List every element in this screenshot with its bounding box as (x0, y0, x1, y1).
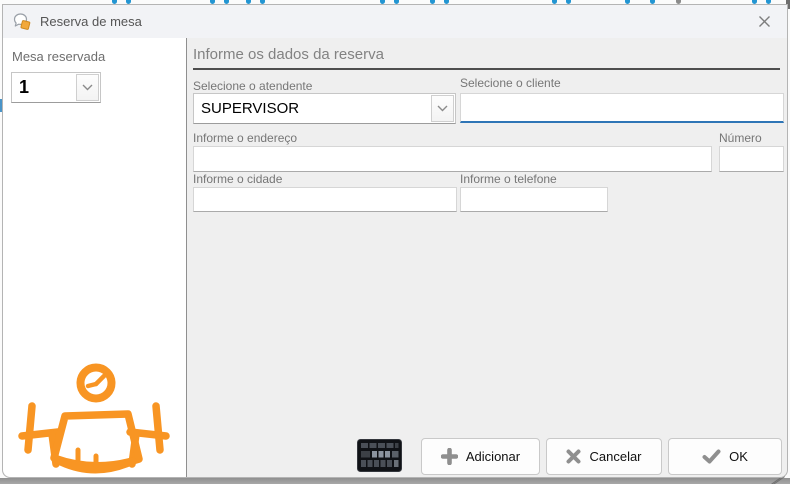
title-bar: Reserva de mesa (3, 5, 787, 38)
table-number-select[interactable]: 1 (11, 72, 101, 103)
number-input[interactable] (719, 146, 784, 172)
add-button[interactable]: Adicionar (421, 438, 540, 475)
sidebar: Mesa reservada 1 (3, 38, 187, 477)
table-number-dropdown-button[interactable] (76, 74, 99, 101)
attendant-select[interactable]: SUPERVISOR (193, 93, 456, 124)
table-number-value: 1 (12, 73, 75, 102)
attendant-value: SUPERVISOR (194, 94, 430, 123)
mesa-reservada-label: Mesa reservada (12, 49, 105, 64)
phone-input[interactable] (460, 187, 608, 212)
resize-grip[interactable] (764, 477, 788, 484)
number-label: Número (719, 131, 762, 145)
close-icon (758, 15, 771, 28)
keyboard-icon (357, 439, 402, 472)
cancel-button-label: Cancelar (589, 449, 641, 464)
plus-icon (441, 448, 458, 465)
reservation-bubble-icon (13, 13, 32, 31)
header-divider (193, 68, 780, 70)
client-input[interactable] (460, 93, 784, 123)
check-icon (702, 449, 721, 464)
screen: Reserva de mesa Mesa reservada 1 (0, 0, 790, 484)
window-title: Reserva de mesa (40, 14, 753, 29)
form-panel: Informe os dados da reserva Selecione o … (188, 38, 787, 477)
attendant-label: Selecione o atendente (193, 79, 312, 93)
add-button-label: Adicionar (466, 449, 520, 464)
table-reservation-illustration (16, 359, 172, 475)
chevron-down-icon (437, 105, 448, 112)
ok-button-label: OK (729, 449, 748, 464)
background-window-edge (0, 478, 790, 484)
virtual-keyboard-button[interactable] (357, 439, 402, 472)
x-icon (566, 449, 581, 464)
close-button[interactable] (753, 11, 775, 33)
phone-label: Informe o telefone (460, 172, 557, 186)
address-label: Informe o endereço (193, 131, 297, 145)
city-label: Informe o cidade (193, 172, 282, 186)
city-input[interactable] (193, 187, 457, 212)
ok-button[interactable]: OK (668, 438, 782, 475)
client-label: Selecione o cliente (460, 76, 561, 90)
reserva-de-mesa-dialog: Reserva de mesa Mesa reservada 1 (2, 4, 788, 478)
address-input[interactable] (193, 146, 712, 172)
cancel-button[interactable]: Cancelar (546, 438, 662, 475)
attendant-dropdown-button[interactable] (431, 95, 454, 122)
form-header: Informe os dados da reserva (193, 46, 384, 63)
chevron-down-icon (82, 84, 93, 91)
